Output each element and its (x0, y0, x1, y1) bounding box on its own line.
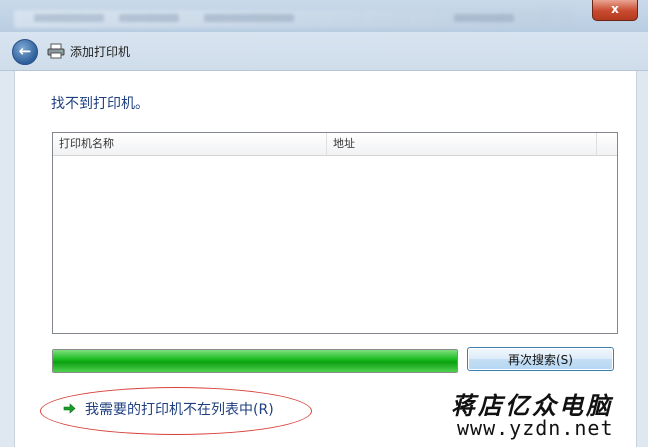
green-arrow-icon (63, 403, 76, 414)
blurred-address-area (14, 10, 574, 28)
back-arrow-icon[interactable]: ← (12, 39, 38, 65)
close-button[interactable]: x (592, 0, 638, 21)
list-header: 打印机名称 地址 (53, 133, 617, 156)
search-progress-bar (52, 349, 458, 373)
printer-icon (47, 43, 65, 59)
page-heading: 找不到打印机。 (51, 96, 149, 112)
column-header-printer-name[interactable]: 打印机名称 (53, 133, 327, 155)
printer-list[interactable]: 打印机名称 地址 (52, 132, 618, 334)
progress-fill (53, 350, 457, 372)
window-title: 添加打印机 (70, 45, 131, 59)
navigation-bar: ← 添加打印机 (0, 32, 648, 71)
printer-not-listed-link[interactable]: 我需要的打印机不在列表中(R) (85, 399, 274, 419)
search-again-button[interactable]: 再次搜索(S) (467, 347, 614, 371)
window-titlebar: x (0, 0, 648, 32)
column-header-address[interactable]: 地址 (327, 133, 597, 155)
watermark-url: www.yzdn.net (457, 416, 614, 440)
